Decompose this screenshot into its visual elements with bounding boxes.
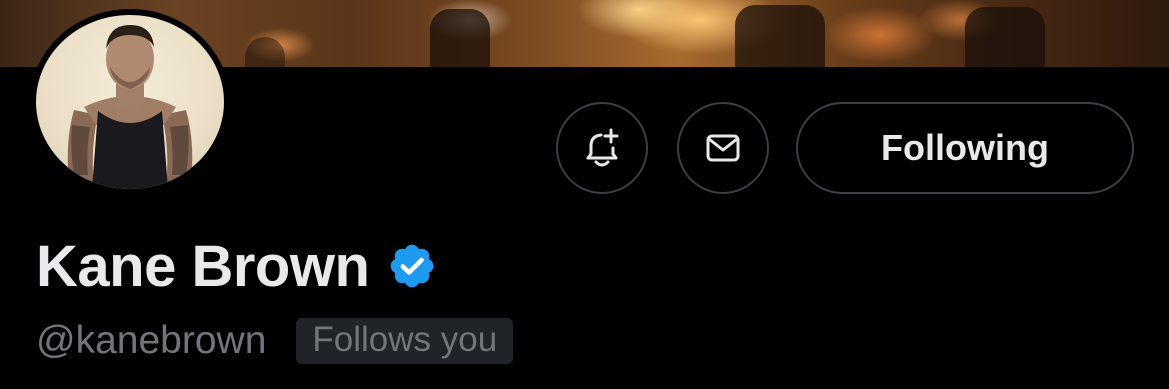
handle-row: @kanebrown Follows you [36,316,514,366]
envelope-icon [706,134,740,162]
display-name-row: Kane Brown [36,232,437,300]
banner-figure [430,9,490,67]
avatar-photo [36,15,224,189]
banner-figure [965,7,1045,67]
banner-figure [245,37,285,67]
banner-figure [735,5,825,67]
profile-header: Following Kane Brown @kanebrown Follows … [0,0,1169,389]
verified-badge-icon[interactable] [387,241,437,291]
direct-message-button[interactable] [677,102,769,194]
following-button[interactable]: Following [796,102,1134,194]
display-name: Kane Brown [36,233,370,299]
profile-avatar[interactable] [30,9,230,195]
bell-plus-icon [586,128,619,167]
notifications-bell-button[interactable] [556,102,648,194]
username-handle: @kanebrown [36,319,267,362]
avatar-person-illustration [67,25,193,189]
follows-you-badge: Follows you [296,318,514,364]
